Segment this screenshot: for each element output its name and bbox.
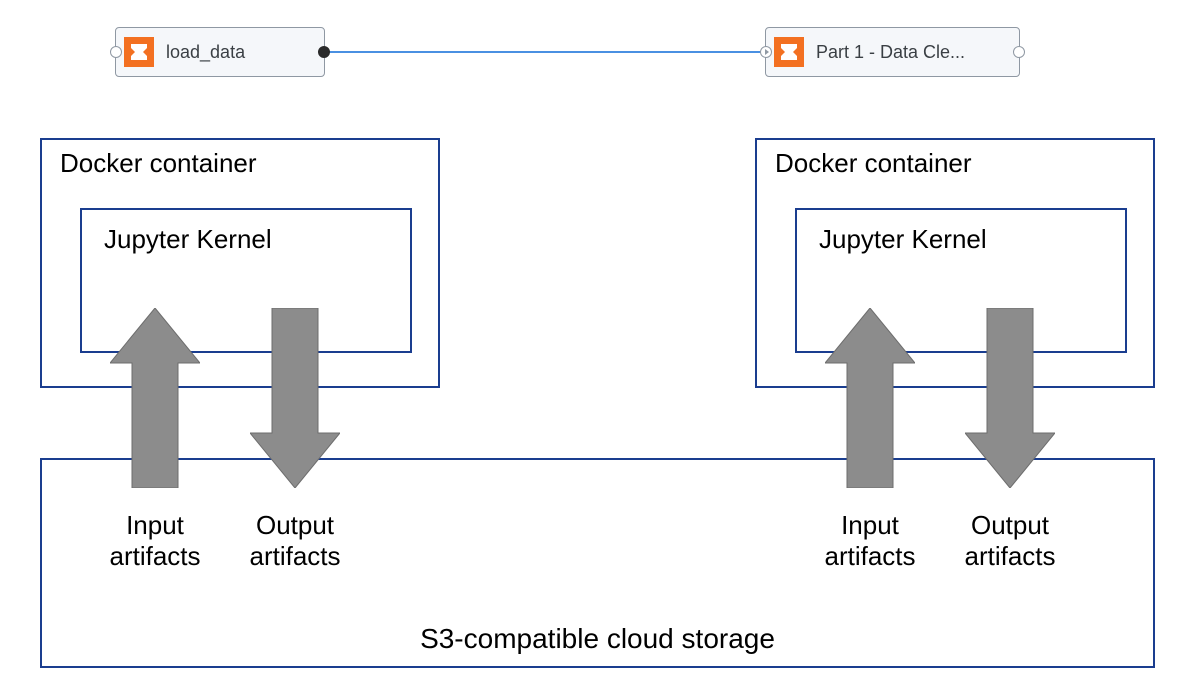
node2-input-port[interactable] <box>760 46 772 58</box>
notebook-icon <box>124 37 154 67</box>
notebook-icon <box>774 37 804 67</box>
label-output-left: Output artifacts <box>235 510 355 572</box>
docker-right-title: Docker container <box>775 148 972 179</box>
node1-input-port[interactable] <box>110 46 122 58</box>
node2-label: Part 1 - Data Cle... <box>816 42 965 63</box>
label-input-right: Input artifacts <box>810 510 930 572</box>
diagram-canvas: load_data Part 1 - Data Cle... S3-compat… <box>0 0 1195 689</box>
kernel-right-label: Jupyter Kernel <box>819 224 987 255</box>
label-output-right: Output artifacts <box>950 510 1070 572</box>
arrow-up-icon <box>110 308 200 488</box>
node2-output-port[interactable] <box>1013 46 1025 58</box>
pipeline-node-load-data[interactable]: load_data <box>115 27 325 77</box>
arrow-up-icon <box>825 308 915 488</box>
storage-label: S3-compatible cloud storage <box>42 622 1153 656</box>
arrow-down-icon <box>250 308 340 488</box>
pipeline-edge <box>320 51 770 53</box>
node1-label: load_data <box>166 42 245 63</box>
node1-output-port[interactable] <box>318 46 330 58</box>
arrow-down-icon <box>965 308 1055 488</box>
docker-left-title: Docker container <box>60 148 257 179</box>
pipeline-node-part1[interactable]: Part 1 - Data Cle... <box>765 27 1020 77</box>
label-input-left: Input artifacts <box>95 510 215 572</box>
kernel-left-label: Jupyter Kernel <box>104 224 272 255</box>
